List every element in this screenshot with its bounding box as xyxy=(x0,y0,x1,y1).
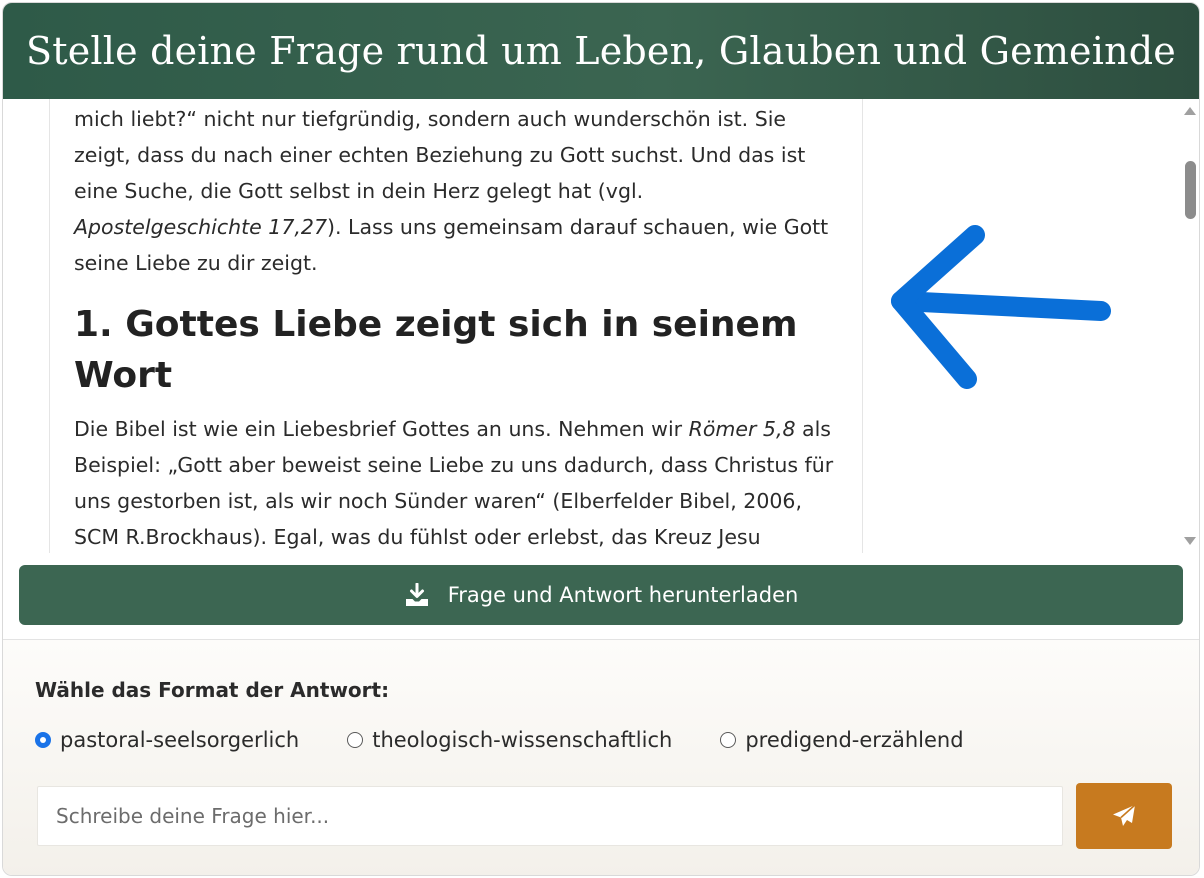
answer-text: zeigt, dass du nach einer echten Beziehu… xyxy=(74,143,806,167)
bible-reference: Römer 5,8 xyxy=(688,417,796,441)
radio-label[interactable]: theologisch-wissenschaftlich xyxy=(372,728,672,752)
send-button[interactable] xyxy=(1076,783,1172,849)
radio-button-pastoral[interactable] xyxy=(35,732,51,748)
question-form: Wähle das Format der Antwort: pastoral-s… xyxy=(3,639,1199,875)
format-radio-group: pastoral-seelsorgerlich theologisch-wiss… xyxy=(35,728,1012,752)
radio-option-predigend[interactable]: predigend-erzählend xyxy=(720,728,964,752)
download-button-label: Frage und Antwort herunterladen xyxy=(447,583,799,607)
answer-text: ). Lass uns gemeinsam darauf schauen, wi… xyxy=(327,215,829,239)
answer-paragraph-intro: mich liebt?“ nicht nur tiefgründig, sond… xyxy=(74,101,844,281)
format-label: Wähle das Format der Antwort: xyxy=(35,678,390,702)
answer-heading: 1. Gottes Liebe zeigt sich in seinem Wor… xyxy=(74,304,798,396)
answer-paragraph: Die Bibel ist wie ein Liebesbrief Gottes… xyxy=(74,411,844,553)
answer-text: seine Liebe zu dir zeigt. xyxy=(74,251,318,275)
answer-content: mich liebt?“ nicht nur tiefgründig, sond… xyxy=(74,101,844,553)
radio-option-pastoral[interactable]: pastoral-seelsorgerlich xyxy=(35,728,299,752)
paper-plane-icon xyxy=(1113,804,1136,826)
radio-button-theologisch[interactable] xyxy=(347,732,364,748)
app-window: Stelle deine Frage rund um Leben, Glaube… xyxy=(2,2,1200,876)
vertical-scrollbar[interactable] xyxy=(1179,99,1199,553)
bible-reference: Apostelgeschichte 17,27 xyxy=(74,215,327,239)
radio-label[interactable]: predigend-erzählend xyxy=(745,728,963,752)
scrollbar-thumb[interactable] xyxy=(1185,161,1196,219)
radio-button-predigend[interactable] xyxy=(720,732,737,748)
question-input[interactable] xyxy=(37,786,1063,846)
answer-text: Die Bibel ist wie ein Liebesbrief Gottes… xyxy=(74,417,689,441)
radio-label[interactable]: pastoral-seelsorgerlich xyxy=(60,728,299,752)
page-title: Stelle deine Frage rund um Leben, Glaube… xyxy=(26,29,1176,73)
download-icon xyxy=(405,583,428,606)
arrow-left-icon xyxy=(891,225,1111,389)
scroll-up-arrow-icon[interactable] xyxy=(1184,107,1196,115)
scroll-down-arrow-icon[interactable] xyxy=(1184,537,1196,545)
answer-text: eine Suche, die Gott selbst in dein Herz… xyxy=(74,179,644,203)
page-header: Stelle deine Frage rund um Leben, Glaube… xyxy=(3,3,1199,99)
answer-text: mich liebt?“ nicht nur tiefgründig, sond… xyxy=(74,107,787,131)
download-button[interactable]: Frage und Antwort herunterladen xyxy=(19,565,1183,625)
answer-message: mich liebt?“ nicht nur tiefgründig, sond… xyxy=(49,99,863,553)
chat-scroll-area[interactable]: mich liebt?“ nicht nur tiefgründig, sond… xyxy=(3,99,1199,553)
radio-option-theologisch[interactable]: theologisch-wissenschaftlich xyxy=(347,728,672,752)
